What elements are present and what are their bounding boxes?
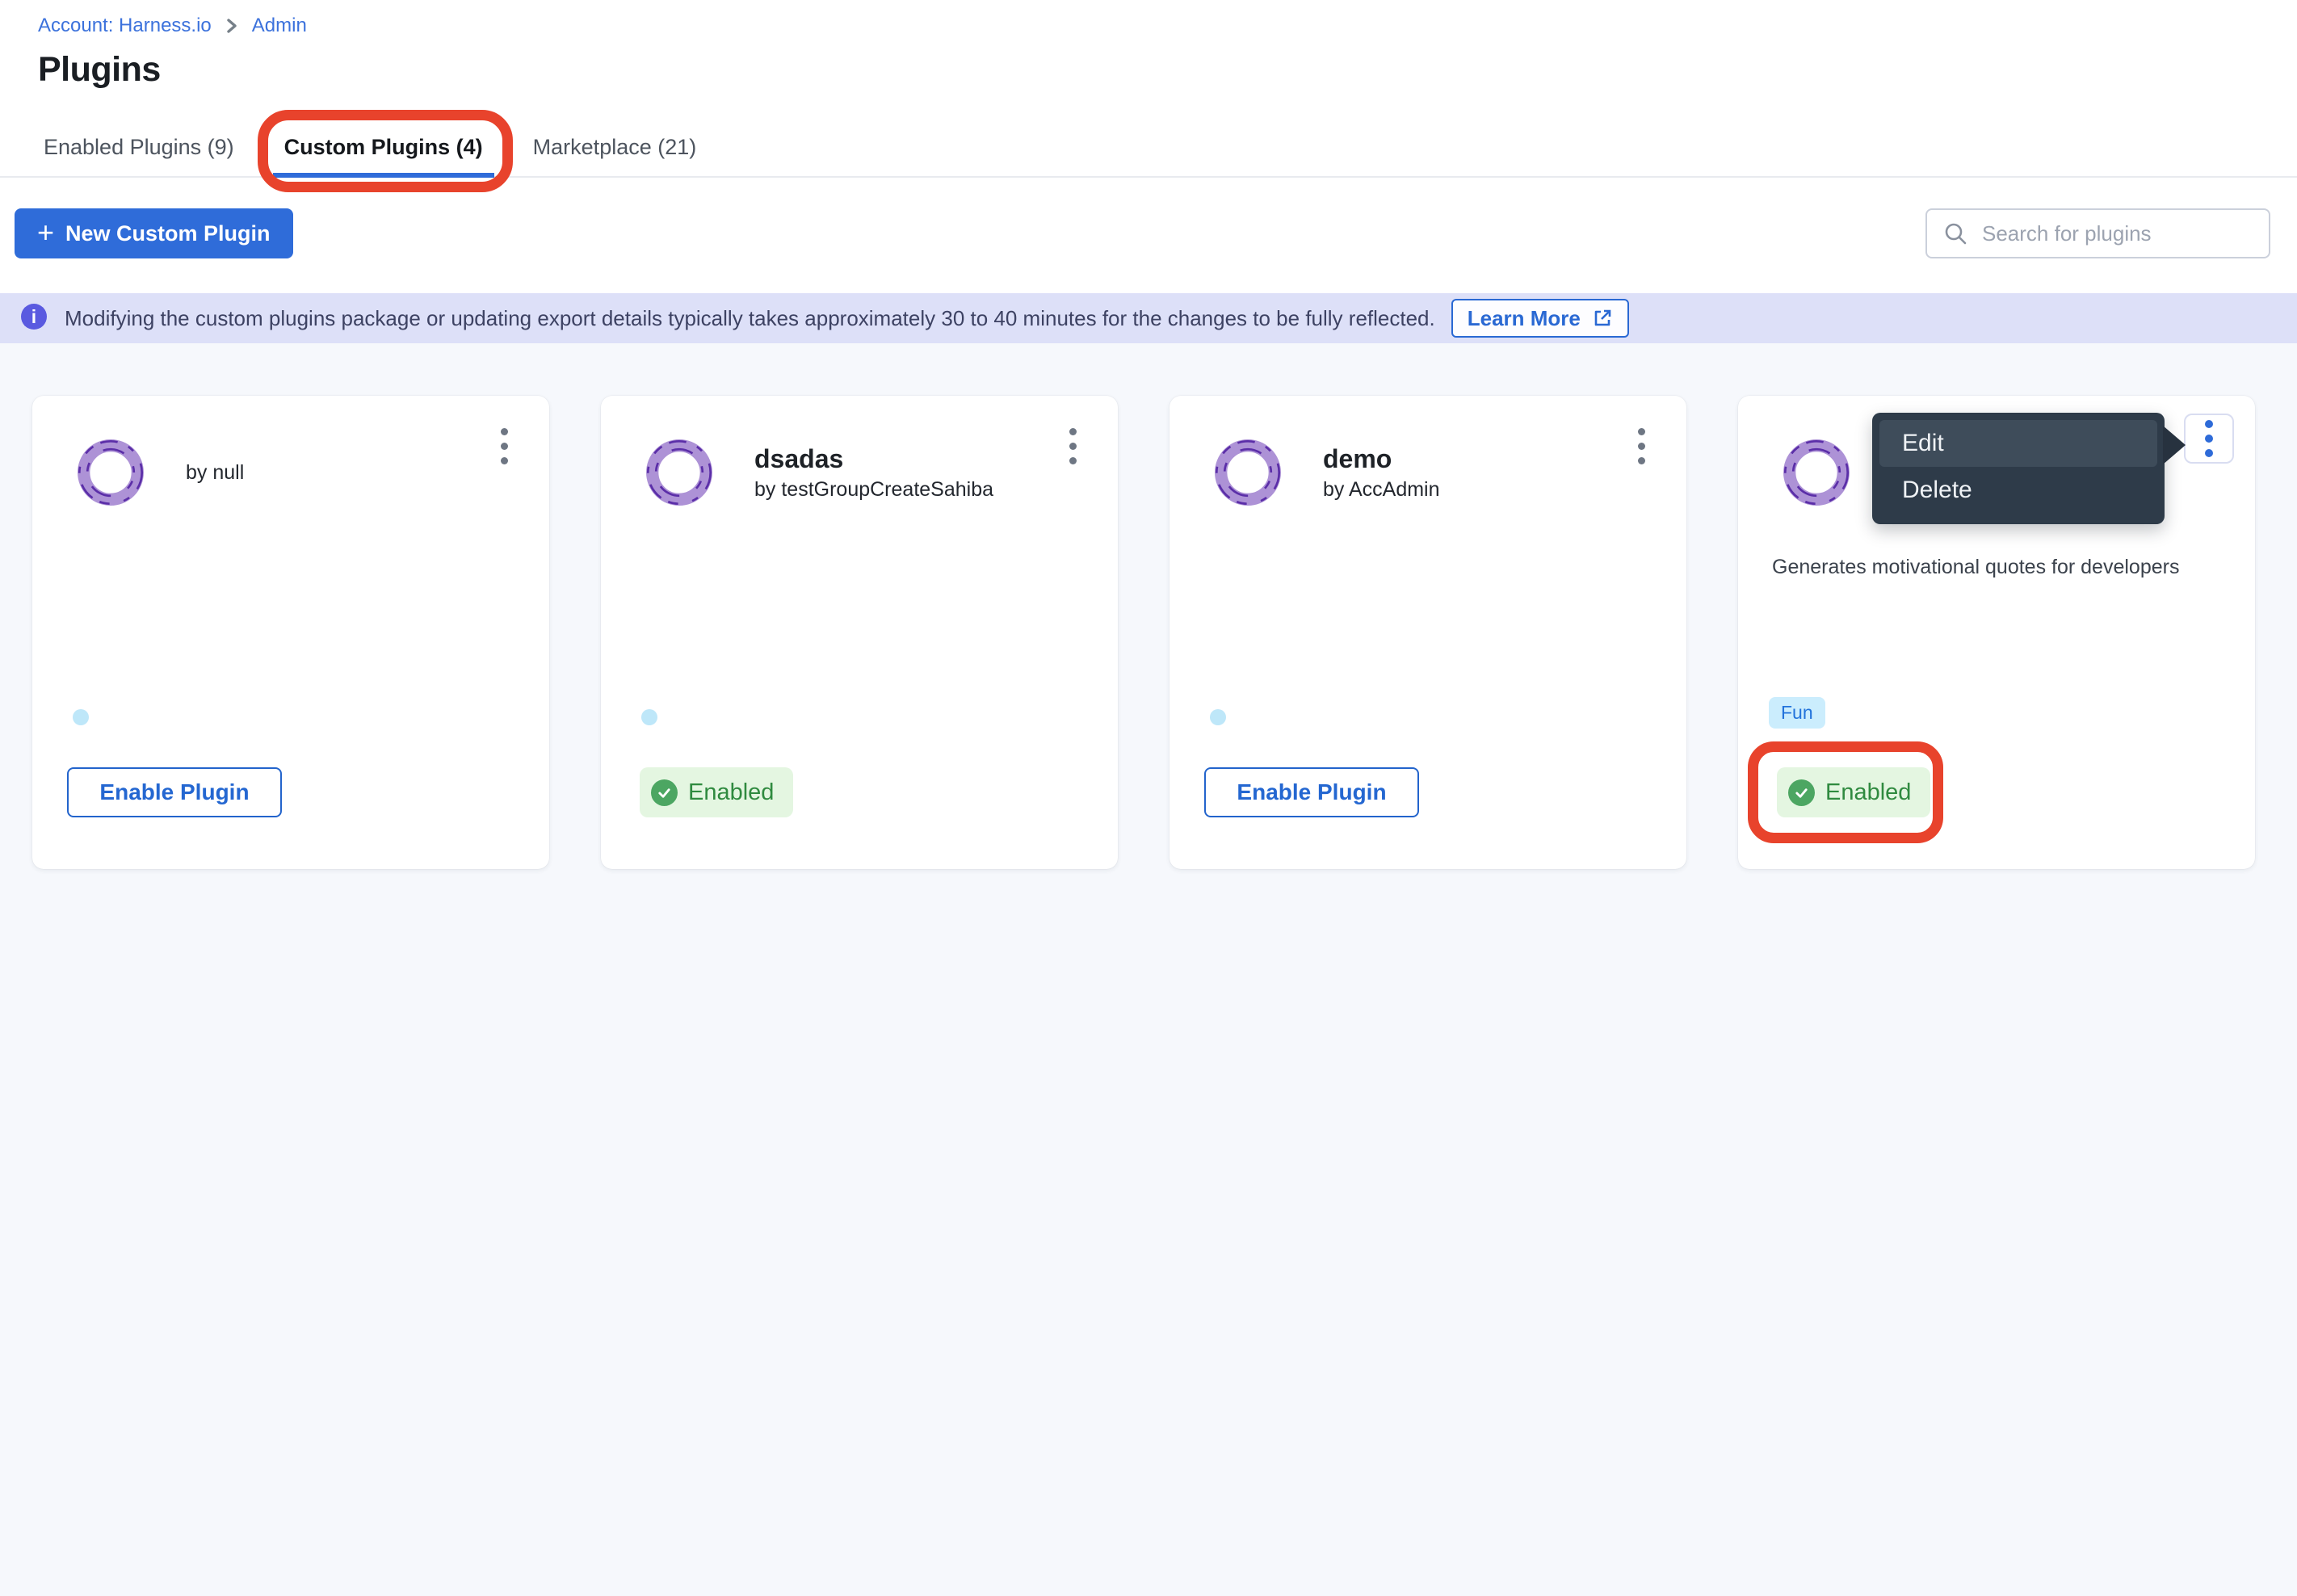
kebab-menu-button-active[interactable] bbox=[2184, 414, 2234, 464]
enable-plugin-button[interactable]: Enable Plugin bbox=[1204, 767, 1419, 817]
check-icon bbox=[651, 779, 678, 806]
info-banner: i Modifying the custom plugins package o… bbox=[0, 293, 2297, 343]
tag-placeholder-dot bbox=[641, 709, 657, 725]
toolbar: + New Custom Plugin bbox=[15, 208, 2270, 258]
breadcrumb-chevron-icon bbox=[225, 17, 239, 35]
search-box[interactable] bbox=[1925, 208, 2270, 258]
plugin-author: by AccAdmin bbox=[1323, 480, 1440, 500]
new-custom-plugin-button[interactable]: + New Custom Plugin bbox=[15, 208, 293, 258]
plugin-logo bbox=[74, 436, 147, 509]
kebab-menu-button[interactable] bbox=[486, 422, 522, 470]
category-tag: Fun bbox=[1769, 697, 1825, 729]
svg-text:i: i bbox=[31, 306, 36, 327]
menu-item-delete[interactable]: Delete bbox=[1879, 467, 2157, 514]
kebab-menu-button[interactable] bbox=[1623, 422, 1659, 470]
enable-plugin-button[interactable]: Enable Plugin bbox=[67, 767, 282, 817]
menu-arrow bbox=[2163, 426, 2186, 464]
page-header: Account: Harness.io Admin Plugins Enable… bbox=[0, 0, 2297, 178]
enabled-status-label: Enabled bbox=[688, 779, 774, 806]
plugin-author: by testGroupCreateSahiba bbox=[754, 480, 993, 500]
plugin-card-motivational-quotes: Generates motivational quotes for develo… bbox=[1738, 396, 2255, 869]
plugin-name: dsadas bbox=[754, 446, 993, 472]
plugin-grid: by null Enable Plugin dsadas by tes bbox=[0, 343, 2297, 869]
plugin-card-demo: demo by AccAdmin Enable Plugin bbox=[1169, 396, 1686, 869]
plugin-meta: dsadas by testGroupCreateSahiba bbox=[754, 436, 993, 509]
plugins-page: Account: Harness.io Admin Plugins Enable… bbox=[0, 0, 2297, 1596]
plus-icon: + bbox=[37, 218, 54, 247]
plugin-meta: by null bbox=[186, 436, 244, 509]
content-area: by null Enable Plugin dsadas by tes bbox=[0, 343, 2297, 1596]
plugin-meta: demo by AccAdmin bbox=[1323, 436, 1440, 509]
breadcrumb-admin-link[interactable]: Admin bbox=[252, 15, 307, 37]
search-input[interactable] bbox=[1980, 220, 2254, 247]
enabled-status-badge: Enabled bbox=[1777, 767, 1930, 817]
menu-item-edit[interactable]: Edit bbox=[1879, 420, 2157, 467]
enabled-status-label: Enabled bbox=[1825, 779, 1911, 806]
banner-text: Modifying the custom plugins package or … bbox=[65, 306, 1435, 331]
kebab-menu-button[interactable] bbox=[1055, 422, 1090, 470]
page-title: Plugins bbox=[38, 50, 161, 90]
tag-placeholder-dot bbox=[73, 709, 89, 725]
breadcrumb: Account: Harness.io Admin bbox=[38, 15, 307, 37]
tab-custom-plugins[interactable]: Custom Plugins (4) bbox=[273, 121, 494, 178]
external-link-icon bbox=[1592, 308, 1613, 329]
search-icon bbox=[1943, 221, 1967, 246]
tab-enabled-plugins[interactable]: Enabled Plugins (9) bbox=[32, 121, 246, 178]
breadcrumb-account-link[interactable]: Account: Harness.io bbox=[38, 15, 212, 37]
plugin-logo bbox=[643, 436, 716, 509]
check-icon bbox=[1788, 779, 1815, 806]
tab-marketplace[interactable]: Marketplace (21) bbox=[522, 121, 708, 178]
plugin-author: by null bbox=[186, 463, 244, 483]
tag-placeholder-dot bbox=[1210, 709, 1226, 725]
card-context-menu: Edit Delete bbox=[1872, 413, 2165, 524]
new-custom-plugin-label: New Custom Plugin bbox=[65, 221, 271, 246]
learn-more-label: Learn More bbox=[1468, 306, 1581, 331]
plugin-logo bbox=[1780, 436, 1853, 509]
plugin-logo bbox=[1211, 436, 1284, 509]
tab-bar: Enabled Plugins (9) Custom Plugins (4) M… bbox=[32, 121, 708, 178]
plugin-description: Generates motivational quotes for develo… bbox=[1772, 554, 2208, 582]
learn-more-button[interactable]: Learn More bbox=[1451, 299, 1629, 338]
info-icon: i bbox=[18, 302, 50, 334]
plugin-name: demo bbox=[1323, 446, 1440, 472]
plugin-card-null: by null Enable Plugin bbox=[32, 396, 549, 869]
enabled-status-badge: Enabled bbox=[640, 767, 793, 817]
plugin-card-dsadas: dsadas by testGroupCreateSahiba Enabled bbox=[601, 396, 1118, 869]
